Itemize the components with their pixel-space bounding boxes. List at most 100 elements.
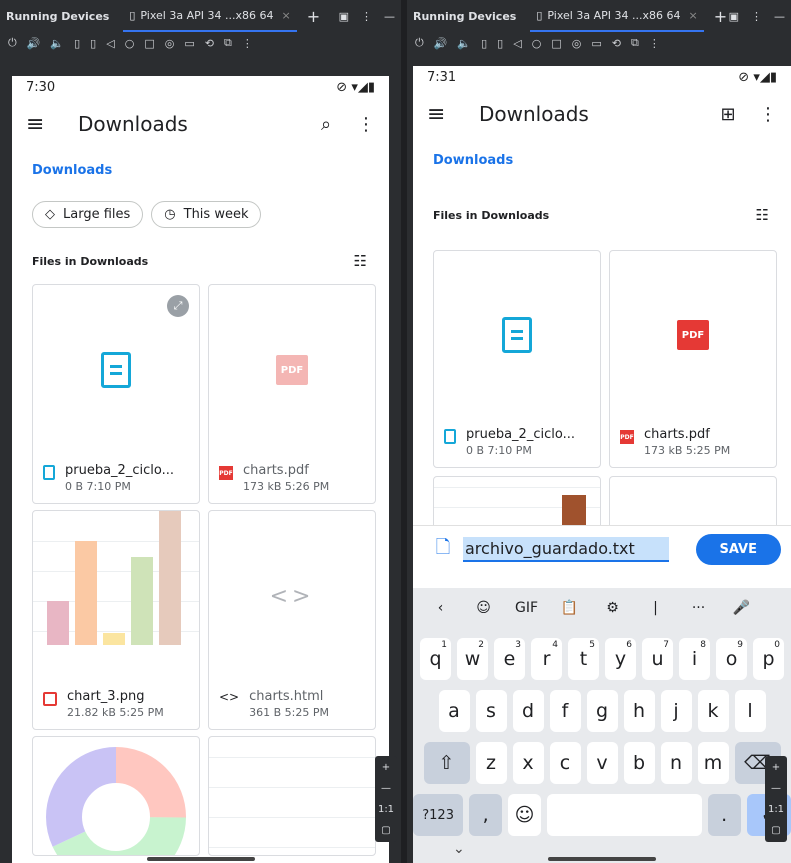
file-card[interactable]: prueba_2_ciclo... 0 B 7:10 PM	[433, 250, 601, 468]
key-z[interactable]: z	[475, 742, 507, 784]
minimize-icon[interactable]: —	[384, 10, 395, 23]
home-icon[interactable]: ○	[532, 37, 542, 50]
settings-icon[interactable]: ⚙	[591, 600, 634, 616]
sticker-icon[interactable]: ☺	[462, 600, 505, 616]
key-d[interactable]: d	[512, 690, 544, 732]
collapse-keyboard-icon[interactable]: ⌄	[453, 841, 465, 857]
close-tab-icon[interactable]: ×	[281, 9, 290, 22]
key-v[interactable]: v	[586, 742, 618, 784]
key-u[interactable]: u7	[642, 638, 673, 680]
file-card[interactable]: PDF PDF charts.pdf 173 kB 5:26 PM	[208, 284, 376, 504]
zoom-actual-button[interactable]: 1:1	[768, 804, 784, 815]
breadcrumb[interactable]: Downloads	[12, 150, 389, 190]
screenshot-icon[interactable]: ◎	[572, 37, 582, 50]
snapshot-icon[interactable]: ⟲	[205, 37, 214, 50]
volume-up-icon[interactable]: 🔊	[434, 37, 448, 50]
rotate-right-icon[interactable]: ▯	[90, 37, 96, 50]
record-icon[interactable]: ▭	[184, 37, 194, 50]
device-tab[interactable]: ▯ Pixel 3a API 34 ...x86 64 ×	[530, 0, 704, 32]
key-y[interactable]: y6	[605, 638, 636, 680]
new-folder-icon[interactable]: ⊞	[719, 104, 737, 125]
rotate-left-icon[interactable]: ▯	[481, 37, 487, 50]
key-i[interactable]: i8	[679, 638, 710, 680]
key-w[interactable]: w2	[457, 638, 488, 680]
save-button[interactable]: SAVE	[695, 534, 781, 565]
file-card[interactable]	[208, 736, 376, 856]
symbols-key[interactable]: ?123	[413, 794, 464, 836]
key-n[interactable]: n	[660, 742, 692, 784]
period-key[interactable]: .	[707, 794, 741, 836]
zoom-out-icon[interactable]: —	[771, 783, 781, 794]
mic-icon[interactable]: 🎤	[720, 600, 763, 616]
zoom-actual-button[interactable]: 1:1	[378, 804, 394, 815]
search-icon[interactable]: ⌕	[317, 114, 335, 135]
zoom-out-icon[interactable]: —	[381, 783, 391, 794]
chip-this-week[interactable]: ◷ This week	[151, 200, 262, 228]
rotate-left-icon[interactable]: ▯	[74, 37, 80, 50]
volume-down-icon[interactable]: 🔈	[50, 37, 64, 50]
overflow-menu-icon[interactable]: ⋮	[759, 104, 777, 125]
key-s[interactable]: s	[475, 690, 507, 732]
back-icon[interactable]: ◁	[106, 37, 114, 50]
chip-large-files[interactable]: ◇ Large files	[32, 200, 144, 228]
key-t[interactable]: t5	[568, 638, 599, 680]
more-icon[interactable]: ···	[677, 600, 720, 616]
volume-up-icon[interactable]: 🔊	[27, 37, 41, 50]
overview-icon[interactable]: □	[144, 37, 154, 50]
key-f[interactable]: f	[549, 690, 581, 732]
power-icon[interactable]: ⏻	[415, 36, 424, 50]
key-b[interactable]: b	[623, 742, 655, 784]
back-chevron-icon[interactable]: ‹	[419, 600, 462, 616]
zoom-in-icon[interactable]: +	[382, 762, 390, 773]
file-card[interactable]: PDF PDF charts.pdf 173 kB 5:25 PM	[609, 250, 777, 468]
device-tab[interactable]: ▯ Pixel 3a API 34 ...x86 64 ×	[123, 0, 297, 32]
gesture-nav-bar[interactable]	[146, 857, 255, 861]
gif-button[interactable]: GIF	[505, 600, 548, 616]
file-card[interactable]: ⤢ prueba_2_ciclo... 0 B 7:10 PM	[32, 284, 200, 504]
clipboard-icon[interactable]: 📋	[548, 600, 591, 616]
more-icon[interactable]: ⋮	[751, 10, 762, 23]
device-screen[interactable]: 7:30 ⊘ ▾◢▮ ≡ Downloads ⌕ ⋮ Downloads ◇ L…	[12, 76, 389, 863]
comma-key[interactable]: ,	[469, 794, 503, 836]
key-j[interactable]: j	[660, 690, 692, 732]
more-icon[interactable]: ⋮	[361, 10, 372, 23]
add-tab-button[interactable]: +	[307, 7, 320, 26]
zoom-fit-icon[interactable]: ▢	[771, 825, 780, 836]
screenshot-icon[interactable]: ◎	[165, 37, 175, 50]
home-icon[interactable]: ○	[125, 37, 135, 50]
key-a[interactable]: a	[438, 690, 470, 732]
minimize-icon[interactable]: —	[774, 10, 785, 23]
key-c[interactable]: c	[549, 742, 581, 784]
key-k[interactable]: k	[697, 690, 729, 732]
key-h[interactable]: h	[623, 690, 655, 732]
more-options-icon[interactable]: ⋮	[649, 37, 660, 50]
gesture-nav-bar[interactable]	[548, 857, 656, 861]
key-x[interactable]: x	[512, 742, 544, 784]
overflow-menu-icon[interactable]: ⋮	[357, 114, 375, 135]
filename-input[interactable]	[463, 537, 669, 562]
back-icon[interactable]: ◁	[513, 37, 521, 50]
key-p[interactable]: p0	[753, 638, 784, 680]
hamburger-menu-icon[interactable]: ≡	[427, 102, 459, 127]
key-q[interactable]: q1	[420, 638, 451, 680]
shift-key[interactable]: ⇧	[423, 742, 470, 784]
zoom-in-icon[interactable]: +	[772, 762, 780, 773]
file-card[interactable]: chart_3.png 21.82 kB 5:25 PM	[32, 510, 200, 730]
key-e[interactable]: e3	[494, 638, 525, 680]
layout-icon[interactable]: ▣	[339, 10, 349, 23]
space-key[interactable]	[546, 794, 702, 836]
record-icon[interactable]: ▭	[591, 37, 601, 50]
file-card[interactable]	[32, 736, 200, 856]
close-tab-icon[interactable]: ×	[688, 9, 697, 22]
rotate-right-icon[interactable]: ▯	[497, 37, 503, 50]
power-icon[interactable]: ⏻	[8, 36, 17, 50]
key-l[interactable]: l	[734, 690, 766, 732]
key-g[interactable]: g	[586, 690, 618, 732]
layout-icon[interactable]: ▣	[729, 10, 739, 23]
breadcrumb[interactable]: Downloads	[413, 140, 791, 180]
list-view-icon[interactable]: ☷	[354, 252, 367, 270]
key-m[interactable]: m	[697, 742, 729, 784]
hamburger-menu-icon[interactable]: ≡	[26, 112, 58, 137]
more-options-icon[interactable]: ⋮	[242, 37, 253, 50]
mirror-icon[interactable]: ⧉	[631, 36, 639, 50]
